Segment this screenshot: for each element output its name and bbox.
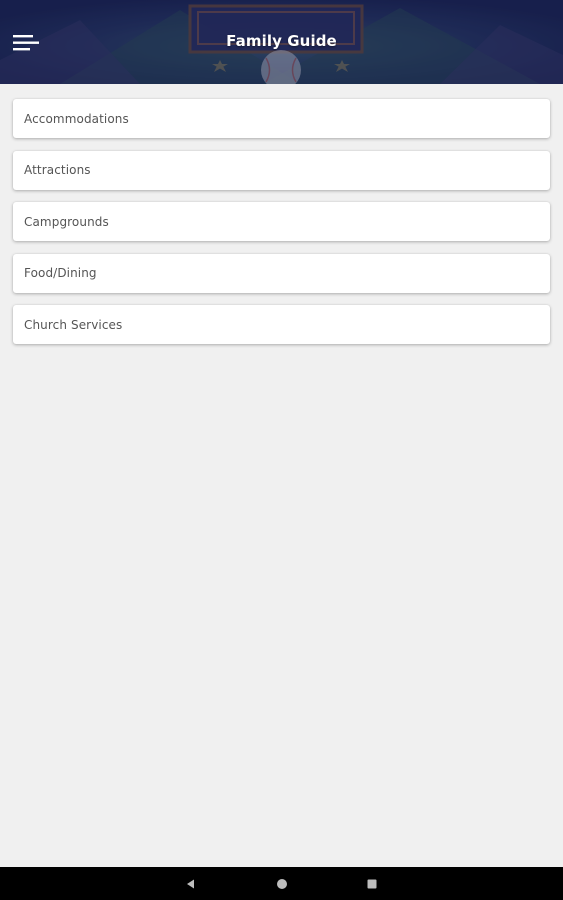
app-screen: Family Guide Accommodations Attractions … — [0, 0, 563, 900]
list-item-label: Campgrounds — [24, 214, 109, 229]
list-item-church-services[interactable]: Church Services — [13, 305, 550, 344]
list-item-label: Church Services — [24, 317, 123, 332]
recents-button[interactable] — [364, 876, 380, 892]
list-item-accommodations[interactable]: Accommodations — [13, 99, 550, 138]
back-button[interactable] — [183, 876, 199, 892]
list-item-campgrounds[interactable]: Campgrounds — [13, 202, 550, 241]
home-button[interactable] — [274, 876, 290, 892]
page-title: Family Guide — [226, 32, 337, 50]
category-list: Accommodations Attractions Campgrounds F… — [13, 99, 550, 357]
list-item-label: Food/Dining — [24, 266, 97, 280]
list-item-attractions[interactable]: Attractions — [13, 150, 550, 190]
list-item-label: Accommodations — [24, 111, 129, 126]
recents-square-icon — [367, 879, 377, 889]
system-nav-bar — [0, 867, 563, 900]
list-item-food-dining[interactable]: Food/Dining — [13, 253, 550, 293]
list-item-label: Attractions — [24, 163, 91, 177]
home-circle-icon — [277, 879, 287, 889]
app-header: Family Guide — [0, 0, 563, 84]
back-triangle-icon — [187, 879, 194, 889]
